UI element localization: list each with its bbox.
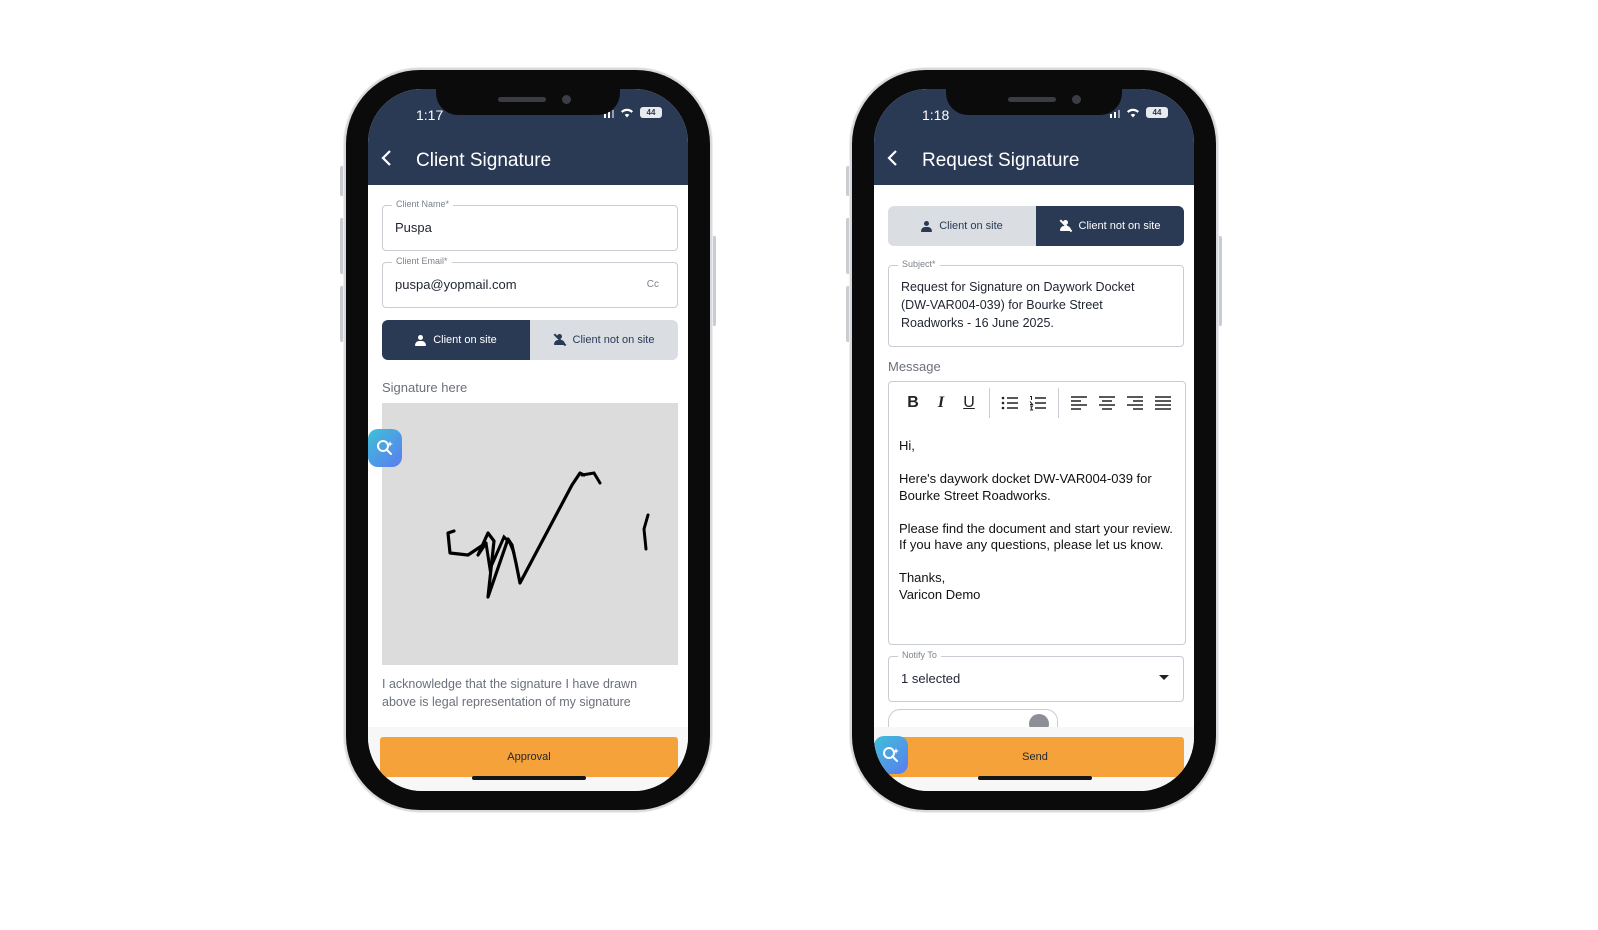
align-justify-icon[interactable] [1149,389,1177,417]
content: Client Name* Puspa Client Email* puspa@y… [368,185,688,791]
speaker [498,97,546,102]
title-row: Request Signature [874,145,1194,177]
phone-client-signature: 1:17 44 Client Signature Client Name* Pu… [340,70,716,810]
notify-to-label: Notify To [898,650,941,660]
dropdown-arrow-icon [1159,675,1169,680]
send-button[interactable]: Send [886,737,1184,777]
status-time: 1:18 [922,107,950,123]
message-body: Hi, Here's daywork docket DW-VAR004-039 … [899,438,1177,603]
footer: Approval [368,727,688,791]
client-presence-toggle: Client on site Client not on site [888,206,1184,246]
home-indicator [472,776,586,780]
speaker [1008,97,1056,102]
client-email-value: puspa@yopmail.com [395,277,517,292]
notify-to-select[interactable]: Notify To 1 selected [888,650,1184,702]
client-email-field[interactable]: Client Email* puspa@yopmail.com Cc [382,256,678,308]
content: Client on site Client not on site Subjec… [874,185,1194,791]
status-icons: 44 [1110,107,1168,118]
camera [562,95,571,104]
toolbar-divider [989,388,990,418]
page-title: Request Signature [922,150,1080,171]
numbered-list-icon[interactable] [1024,389,1052,417]
subject-value: Request for Signature on Daywork Docket … [901,280,1135,330]
page-title: Client Signature [416,150,552,171]
volume-down-button [340,286,345,342]
subject-field[interactable]: Subject* Request for Signature on Daywor… [888,259,1184,347]
underline-button[interactable]: U [955,389,983,417]
italic-button[interactable]: I [927,389,955,417]
acknowledgement-text: I acknowledge that the signature I have … [382,677,638,709]
subject-label: Subject* [898,259,940,269]
notch [946,89,1122,115]
screen: 1:18 44 Request Signature Client on site [874,89,1194,791]
search-sparkle-icon [377,440,393,455]
client-presence-toggle: Client on site Client not on site [382,320,678,360]
bold-button[interactable]: B [899,389,927,417]
message-greeting: Hi, [899,438,915,453]
align-center-icon[interactable] [1093,389,1121,417]
client-not-on-site-label: Client not on site [1078,220,1161,232]
client-not-on-site-label: Client not on site [572,334,655,346]
power-button [711,236,716,326]
power-button [1217,236,1222,326]
home-indicator [978,776,1092,780]
camera [1072,95,1081,104]
volume-up-button [340,218,345,274]
footer: Send [874,727,1194,791]
screen: 1:17 44 Client Signature Client Name* Pu… [368,89,688,791]
person-off-icon [553,333,566,347]
approval-button[interactable]: Approval [380,737,678,777]
mute-switch [340,166,345,196]
wifi-icon [621,108,633,118]
client-on-site-option[interactable]: Client on site [382,320,530,360]
message-paragraph-2: Please find the document and start your … [899,520,1173,553]
signature-label: Signature here [382,380,468,395]
message-paragraph-1: Here's daywork docket DW-VAR004-039 for … [899,471,1152,503]
ai-search-fab[interactable] [874,736,908,774]
back-arrow-icon[interactable] [380,149,408,173]
client-name-label: Client Name* [392,199,454,209]
notch [436,89,620,115]
mute-switch [846,166,851,196]
person-icon [921,220,933,232]
align-right-icon[interactable] [1121,389,1149,417]
editor-toolbar: B I U [889,382,1185,424]
client-name-field[interactable]: Client Name* Puspa [382,199,678,251]
status-time: 1:17 [416,107,444,123]
message-signature-name: Varicon Demo [899,586,981,602]
align-left-icon[interactable] [1065,389,1093,417]
back-arrow-icon[interactable] [886,149,914,173]
wifi-icon [1127,108,1139,118]
client-on-site-label: Client on site [433,334,497,346]
battery-icon: 44 [640,107,662,118]
message-label: Message [888,359,941,374]
client-name-value: Puspa [395,220,432,235]
title-row: Client Signature [368,145,688,177]
phone-request-signature: 1:18 44 Request Signature Client on site [846,70,1222,810]
volume-down-button [846,286,851,342]
bullet-list-icon[interactable] [996,389,1024,417]
client-on-site-label: Client on site [939,220,1003,232]
ai-search-fab[interactable] [368,429,402,467]
client-not-on-site-option[interactable]: Client not on site [1036,206,1184,246]
person-off-icon [1059,219,1072,233]
message-editor[interactable]: B I U Hi, Here's daywork docket DW-VAR00… [888,381,1186,645]
search-sparkle-icon [883,747,899,762]
volume-up-button [846,218,851,274]
notify-to-value: 1 selected [901,671,961,686]
message-sign-off: Thanks, [899,570,946,585]
signature-stroke [446,471,650,599]
client-email-label: Client Email* [392,256,452,266]
battery-icon: 44 [1146,107,1168,118]
cc-button[interactable]: Cc [647,279,659,290]
person-icon [415,334,427,346]
toolbar-divider [1058,388,1059,418]
signature-pad[interactable] [382,403,678,665]
client-on-site-option[interactable]: Client on site [888,206,1036,246]
client-not-on-site-option[interactable]: Client not on site [530,320,678,360]
